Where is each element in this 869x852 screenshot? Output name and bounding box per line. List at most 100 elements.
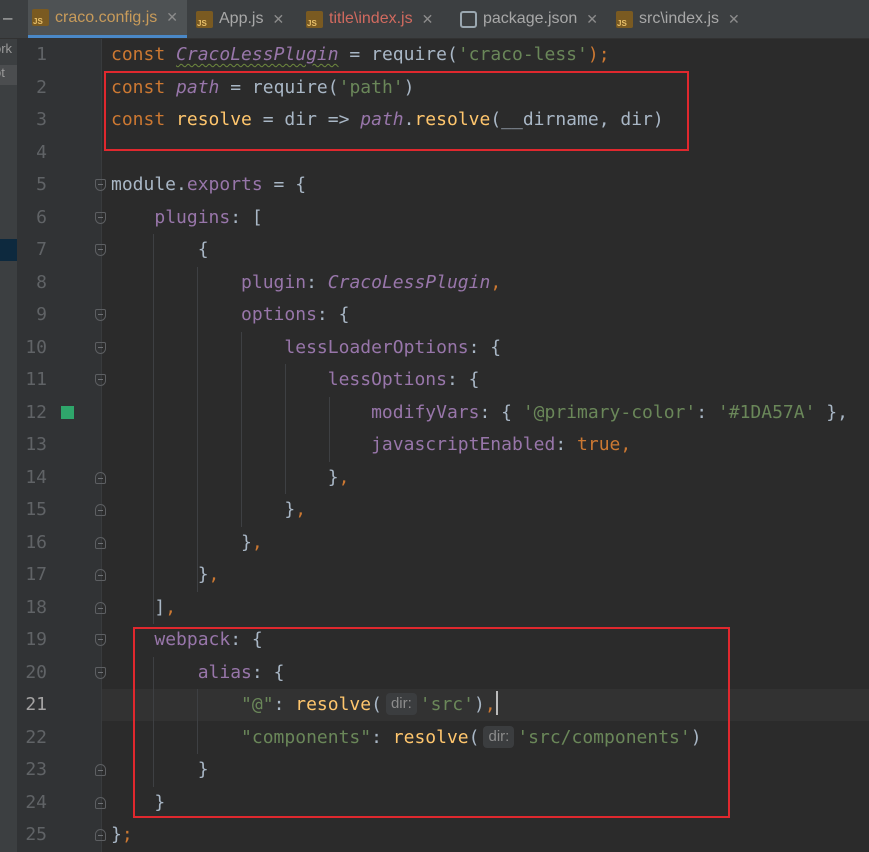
color-preview-marker[interactable] [61,406,74,419]
code-text: : [306,272,328,293]
package-json-icon [460,10,477,28]
code-line-25[interactable]: }; [111,819,133,851]
property: exports [186,174,263,195]
operator: = [338,44,372,65]
code-line-6[interactable]: plugins: [ [111,202,263,234]
code-line-13[interactable]: javascriptEnabled: true, [111,429,631,461]
tab-label: craco.config.js [55,8,158,26]
line-number: 22 [25,727,47,748]
tab-craco-config[interactable]: craco.config.js ✕ [28,0,187,38]
paren: ( [446,44,458,65]
tab-src-index-js[interactable]: src\index.js ✕ [616,0,756,38]
gutter-separator [101,39,102,852]
tab-title-index-js[interactable]: title\index.js ✕ [306,0,452,38]
line-number: 10 [25,337,47,358]
code-text: : [ [230,207,263,228]
code-text: } [197,564,209,585]
fold-close-icon[interactable] [95,829,106,841]
code-line-17[interactable]: }, [111,559,220,591]
code-line-18[interactable]: ], [111,592,176,624]
line-number: 23 [25,759,47,780]
js-file-icon [196,10,213,28]
tab-app-js[interactable]: App.js ✕ [196,0,300,38]
fold-open-icon[interactable] [95,179,106,191]
close-icon[interactable]: ✕ [422,11,434,28]
tab-package-json[interactable]: package.json ✕ [460,0,608,38]
code-line-8[interactable]: plugin: CracoLessPlugin, [111,267,501,299]
keyword: true [577,434,621,455]
code-line-11[interactable]: lessOptions: { [111,364,480,396]
fold-open-icon[interactable] [95,374,106,386]
line-number: 18 [25,597,47,618]
project-panel-fragment: ork [0,41,13,56]
fold-open-icon[interactable] [95,212,106,224]
line-number: 9 [36,304,47,325]
code-line-10[interactable]: lessLoaderOptions: { [111,332,501,364]
line-number: 14 [25,467,47,488]
fold-close-icon[interactable] [95,537,106,549]
fold-close-icon[interactable] [95,602,106,614]
project-panel-selection [0,239,17,261]
code-text: : { [446,369,480,390]
line-number: 8 [36,272,47,293]
line-number: 11 [25,369,47,390]
close-icon[interactable]: ✕ [272,11,284,28]
line-number: 15 [25,499,47,520]
code-text: : { [468,337,502,358]
line-number: 6 [36,207,47,228]
js-file-icon [32,9,49,26]
code-line-9[interactable]: options: { [111,299,349,331]
tab-label: src\index.js [639,10,720,27]
fold-close-icon[interactable] [95,504,106,516]
highlight-box-path-resolve [104,71,689,151]
collapse-icon[interactable]: – [3,8,12,28]
editor-tab-bar: – craco.config.js ✕ App.js ✕ title\index… [0,0,869,39]
code-line-1[interactable]: const CracoLessPlugin = require('craco-l… [111,39,610,71]
property: modifyVars [371,402,480,423]
property: options [241,304,317,325]
js-file-icon [306,10,323,28]
close-icon[interactable]: ✕ [166,9,178,26]
line-number: 1 [36,44,47,65]
paren: ); [587,44,610,65]
line-number-current: 21 [25,694,47,715]
string: '@primary-color' [522,402,697,423]
string: '#1DA57A' [717,402,816,423]
project-panel-fragment: ot [0,65,17,85]
identifier: CracoLessPlugin [176,44,339,65]
close-icon[interactable]: ✕ [728,11,740,28]
fold-close-icon[interactable] [95,472,106,484]
highlight-box-webpack-alias [133,627,730,818]
property: lessLoaderOptions [284,337,469,358]
code-line-15[interactable]: }, [111,494,306,526]
code-line-14[interactable]: }, [111,462,350,494]
js-file-icon [616,10,633,28]
code-text: : [555,434,578,455]
fold-open-icon[interactable] [95,342,106,354]
fold-open-icon[interactable] [95,309,106,321]
code-text: module. [111,174,187,195]
fold-open-icon[interactable] [95,244,106,256]
code-line-16[interactable]: }, [111,527,263,559]
fold-close-icon[interactable] [95,569,106,581]
function-call: require [371,44,447,65]
line-number: 7 [36,239,47,260]
comma: , [620,434,632,455]
fold-close-icon[interactable] [95,797,106,809]
code-text: = { [262,174,307,195]
line-number: 2 [36,77,47,98]
code-line-5[interactable]: module.exports = { [111,169,306,201]
line-number: 4 [36,142,47,163]
code-line-12[interactable]: modifyVars: { '@primary-color': '#1DA57A… [111,397,848,429]
code-text: } [284,499,296,520]
code-line-7[interactable]: { [111,234,209,266]
line-number: 24 [25,792,47,813]
identifier: CracoLessPlugin [327,272,491,293]
keyword: const [111,44,166,65]
fold-close-icon[interactable] [95,764,106,776]
project-panel-edge: ork ot [0,39,17,852]
close-icon[interactable]: ✕ [586,11,598,28]
fold-open-icon[interactable] [95,667,106,679]
property: javascriptEnabled [371,434,556,455]
fold-open-icon[interactable] [95,634,106,646]
